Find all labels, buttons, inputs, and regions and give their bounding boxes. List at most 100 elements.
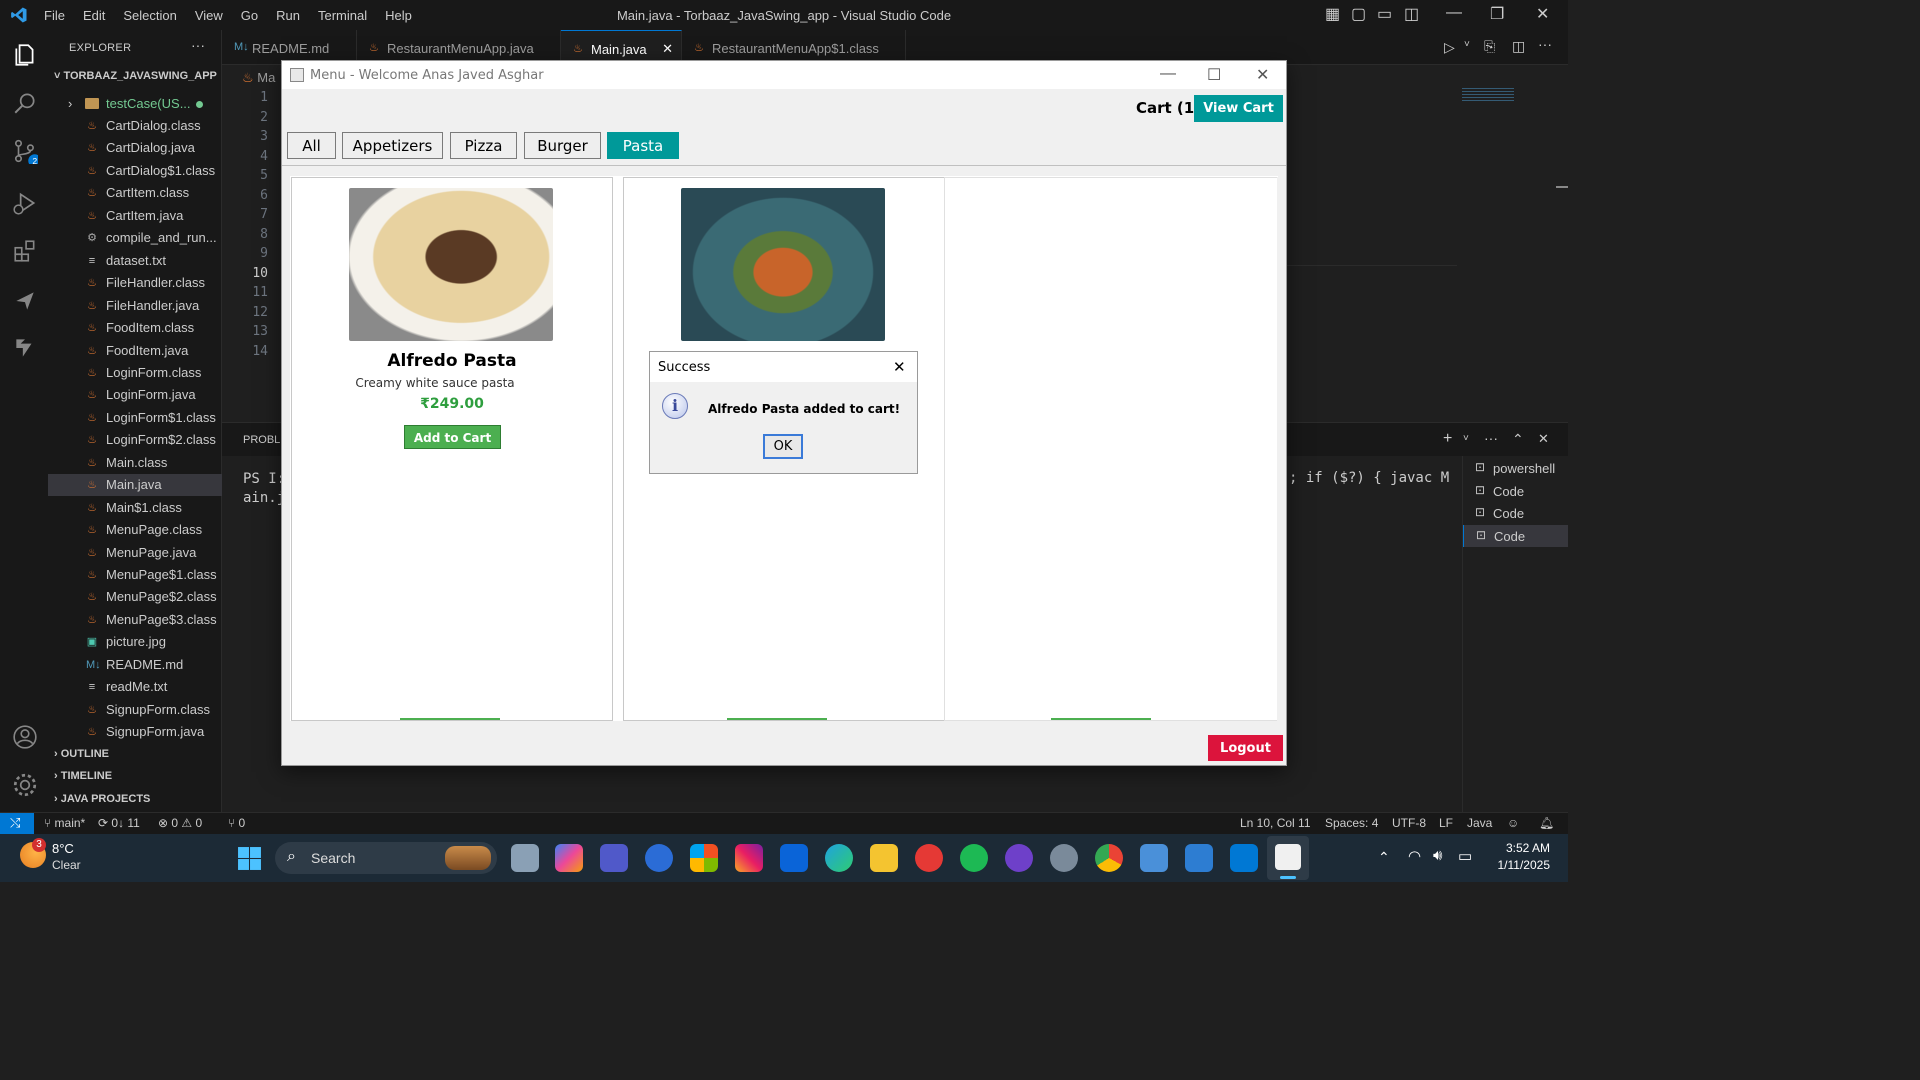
new-terminal-icon[interactable]: + <box>1443 430 1452 448</box>
menu-edit[interactable]: Edit <box>83 8 105 23</box>
remote-indicator[interactable]: ⤭ <box>0 813 34 835</box>
photos-icon[interactable] <box>1185 844 1213 872</box>
wifi-icon[interactable]: ◠ <box>1408 847 1421 865</box>
file-item[interactable]: M↓ README.md <box>48 654 222 676</box>
menu-file[interactable]: File <box>44 8 65 23</box>
cursor-position[interactable]: Ln 10, Col 11 <box>1240 816 1311 830</box>
terminal-code-3[interactable]: ⊡ Code <box>1463 525 1568 547</box>
file-item[interactable]: ♨ CartDialog$1.class <box>48 160 222 182</box>
more-actions-icon[interactable]: ··· <box>191 37 205 53</box>
menu-selection[interactable]: Selection <box>123 8 176 23</box>
file-item[interactable]: ⚙ compile_and_run... <box>48 227 222 249</box>
terminal-code-1[interactable]: ⊡ Code <box>1463 480 1568 502</box>
file-item[interactable]: ♨ CartItem.java <box>48 205 222 227</box>
section-outline[interactable]: › OUTLINE <box>54 748 109 760</box>
instagram-icon[interactable] <box>735 844 763 872</box>
account-icon[interactable] <box>12 724 38 750</box>
menu-view[interactable]: View <box>195 8 223 23</box>
source-control-icon[interactable]: 2 <box>12 138 38 164</box>
remote-deploy-icon[interactable] <box>12 288 38 314</box>
toggle-secondary-sidebar-icon[interactable]: ◫ <box>1404 4 1419 24</box>
indentation[interactable]: Spaces: 4 <box>1325 816 1378 830</box>
close-tab-icon[interactable]: ✕ <box>662 41 673 57</box>
terminal-output[interactable]: PS I: ain.j <box>243 470 285 508</box>
app-close-icon[interactable]: ✕ <box>1256 65 1269 85</box>
split-editor-icon[interactable]: ◫ <box>1512 38 1525 55</box>
microsoft-store-icon[interactable] <box>690 844 718 872</box>
maximize-panel-icon[interactable]: ⌃ <box>1512 431 1524 448</box>
restore-icon[interactable]: ❐ <box>1490 4 1504 24</box>
menu-go[interactable]: Go <box>241 8 258 23</box>
category-appetizers[interactable]: Appetizers <box>342 132 443 159</box>
category-pizza[interactable]: Pizza <box>450 132 517 159</box>
terminal-code-2[interactable]: ⊡ Code <box>1463 502 1568 524</box>
vscode-taskbar-icon[interactable] <box>1230 844 1258 872</box>
notifications-bell-icon[interactable]: 🔔︎ <box>1539 816 1554 830</box>
explorer-icon[interactable] <box>12 42 38 68</box>
scrollbar[interactable] <box>1277 177 1285 721</box>
run-debug-icon[interactable] <box>12 190 38 216</box>
menu-help[interactable]: Help <box>385 8 412 23</box>
notepad-icon[interactable] <box>1140 844 1168 872</box>
extensions-icon[interactable] <box>12 238 38 264</box>
view-cart-button[interactable]: View Cart <box>1194 95 1283 122</box>
clock-date[interactable]: 1/11/2025 <box>1484 858 1551 872</box>
teams-icon[interactable] <box>600 844 628 872</box>
ports-status[interactable]: ⑂ 0 <box>228 816 245 830</box>
taskbar-search[interactable]: ⌕ Search <box>275 842 497 874</box>
folder-testcase[interactable]: › testCase(US... <box>48 93 222 115</box>
add-to-cart-button-partial[interactable] <box>1051 718 1151 720</box>
app-maximize-icon[interactable]: ☐ <box>1207 65 1221 85</box>
menu-terminal[interactable]: Terminal <box>318 8 367 23</box>
section-java-projects[interactable]: › JAVA PROJECTS <box>54 793 150 805</box>
settings-icon[interactable] <box>1050 844 1078 872</box>
sync-status[interactable]: ⟳ 0↓ 11 <box>98 816 140 830</box>
logout-button[interactable]: Logout <box>1208 735 1283 761</box>
layout-customize-icon[interactable]: ▦ <box>1325 4 1340 24</box>
file-item[interactable]: ♨ MenuPage$2.class <box>48 586 222 608</box>
file-item[interactable]: ♨ MenuPage.java <box>48 542 222 564</box>
project-root[interactable]: ˅ TORBAAZ_JAVASWING_APP <box>54 70 217 82</box>
ok-button[interactable]: OK <box>763 434 803 459</box>
file-item[interactable]: ♨ MenuPage$3.class <box>48 609 222 631</box>
run-dropdown-icon[interactable]: ˅ <box>1464 39 1470 50</box>
file-explorer-icon[interactable] <box>870 844 898 872</box>
close-panel-icon[interactable]: ✕ <box>1538 431 1549 447</box>
file-item[interactable]: ♨ FileHandler.java <box>48 295 222 317</box>
file-item[interactable]: ♨ FoodItem.class <box>48 317 222 339</box>
file-item[interactable]: ♨ SignupForm.java <box>48 721 222 743</box>
encoding[interactable]: UTF-8 <box>1392 816 1426 830</box>
file-item[interactable]: ▣ picture.jpg <box>48 631 222 653</box>
minimize-icon[interactable]: — <box>1446 4 1462 22</box>
language-mode[interactable]: Java <box>1467 816 1492 830</box>
copilot-icon[interactable]: ☺ <box>1507 816 1519 830</box>
copilot-icon[interactable] <box>555 844 583 872</box>
more-actions-icon[interactable]: ··· <box>1538 36 1552 52</box>
search-icon[interactable] <box>12 90 38 116</box>
settings-gear-icon[interactable] <box>12 772 38 798</box>
branch-status[interactable]: ⑂ main* <box>44 816 85 830</box>
java-app-taskbar-active[interactable] <box>1267 836 1309 880</box>
file-item[interactable]: ≡ readMe.txt <box>48 676 222 698</box>
file-item[interactable]: ♨ Main.class <box>48 452 222 474</box>
category-burger[interactable]: Burger <box>524 132 601 159</box>
file-item[interactable]: ♨ SignupForm.class <box>48 699 222 721</box>
app-store-icon[interactable] <box>645 844 673 872</box>
file-item[interactable]: ♨ LoginForm$1.class <box>48 407 222 429</box>
add-to-cart-button-partial[interactable] <box>400 718 500 720</box>
breadcrumb[interactable]: ♨ Ma <box>242 70 275 86</box>
file-item[interactable]: ♨ Main$1.class <box>48 497 222 519</box>
category-all[interactable]: All <box>287 132 336 159</box>
clock-time[interactable]: 3:52 AM <box>1484 841 1550 855</box>
add-to-cart-button[interactable]: Add to Cart <box>404 425 501 449</box>
dialog-close-icon[interactable]: ✕ <box>893 358 906 376</box>
file-item[interactable]: ♨ CartDialog.class <box>48 115 222 137</box>
file-item[interactable]: ♨ MenuPage.class <box>48 519 222 541</box>
line-ending[interactable]: LF <box>1439 816 1453 830</box>
terminal-dropdown-icon[interactable]: ˅ <box>1463 433 1469 444</box>
file-item[interactable]: ♨ Main.java <box>48 474 222 497</box>
toggle-sidebar-icon[interactable]: ▢ <box>1351 4 1366 24</box>
outlook-icon[interactable] <box>780 844 808 872</box>
file-item[interactable]: ♨ LoginForm$2.class <box>48 429 222 451</box>
chrome-icon[interactable] <box>1095 844 1123 872</box>
